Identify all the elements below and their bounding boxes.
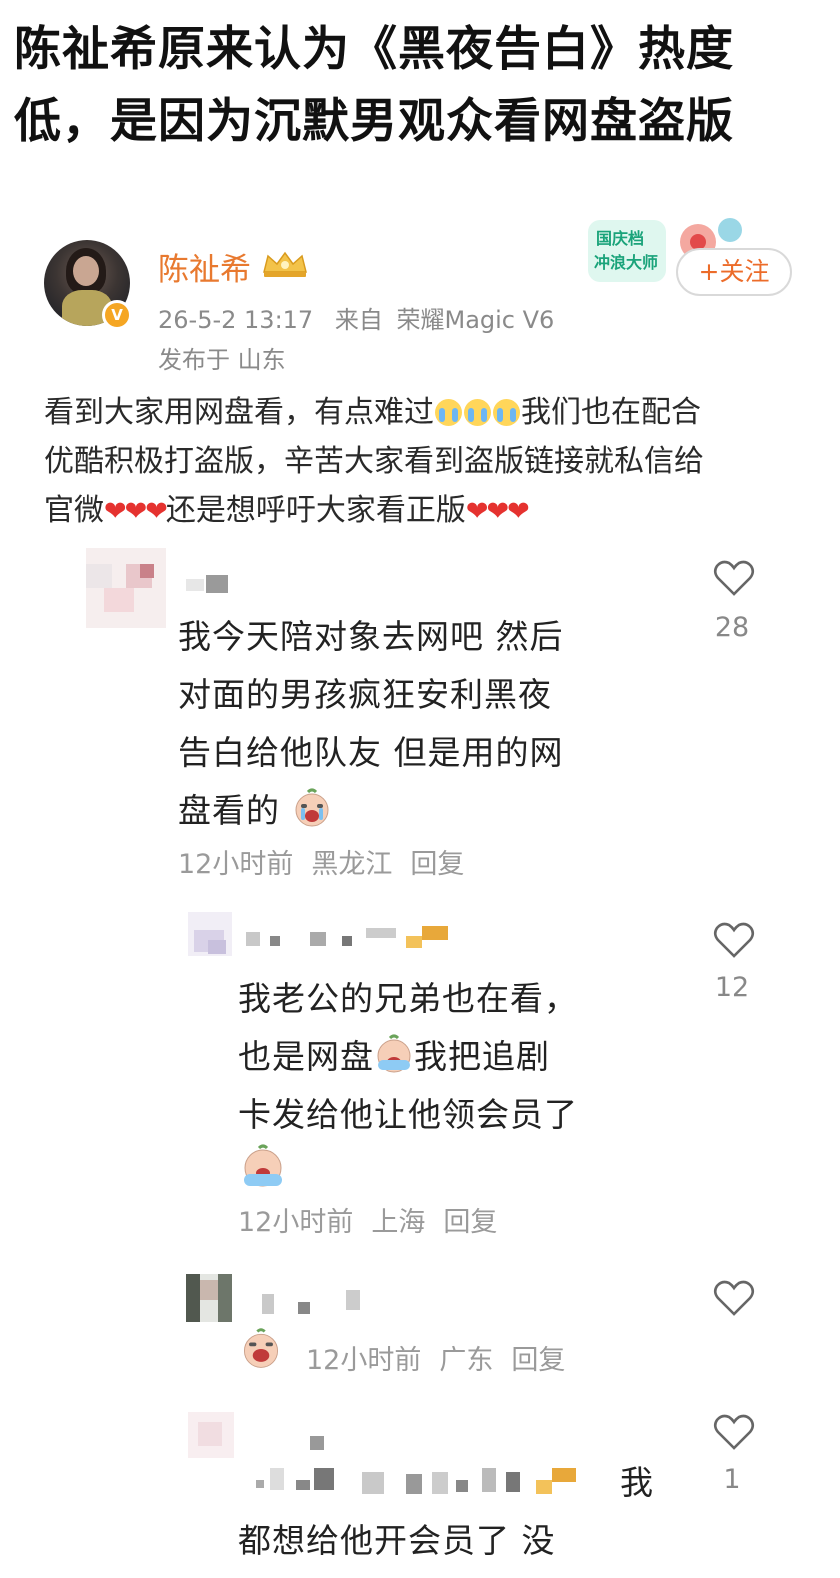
post-text-line-1a: 看到大家用网盘看，有点难过 <box>44 395 434 430</box>
blurred-avatar[interactable] <box>188 1412 234 1458</box>
reply-button[interactable]: 回复 <box>410 849 464 880</box>
post-text-line-2: 优酷积极打盗版，辛苦大家看到盗版链接就私信给 <box>44 444 704 479</box>
heart-outline-icon[interactable] <box>712 920 756 960</box>
comment-time: 12小时前 <box>178 849 294 880</box>
comment-1-meta: 12小时前 黑龙江 回复 <box>178 842 482 881</box>
sticker-text-2: 冲浪大师 <box>594 253 658 272</box>
headline-line-1: 陈祉希原来认为《黑夜告白》热度 <box>14 22 734 77</box>
blurred-avatar[interactable] <box>186 1274 232 1322</box>
comment-3-meta: 12小时前 广东 回复 <box>306 1338 583 1377</box>
blurred-avatar[interactable] <box>188 912 232 956</box>
blurred-avatar[interactable] <box>86 548 166 628</box>
like-count: 12 <box>714 972 750 1003</box>
comment-1-text: 我今天陪对象去网吧 然后 对面的男孩疯狂安利黑夜 告白给他队友 但是用的网 盘看… <box>178 617 564 830</box>
post-text-line-1b: 我们也在配合 <box>521 395 701 430</box>
reply-button[interactable]: 回复 <box>443 1207 497 1238</box>
comment-time: 12小时前 <box>238 1207 354 1238</box>
comment-2-meta: 12小时前 上海 回复 <box>238 1200 515 1239</box>
heart-outline-icon[interactable] <box>712 1412 756 1452</box>
crying-baby-emoji-icon <box>243 1328 279 1368</box>
post-source-prefix: 来自 <box>334 306 383 334</box>
post-text-line-3b: 还是想呼吁大家看正版 <box>165 493 466 528</box>
verified-badge: V <box>102 300 132 330</box>
heart-outline-icon[interactable] <box>712 558 756 598</box>
like-count: 1 <box>723 1464 741 1495</box>
post-meta: 26-5-2 13:17 来自 荣耀Magic V6 <box>158 300 568 335</box>
crying-baby-emoji-icon <box>377 1034 411 1073</box>
heart-emoji-icon: ❤❤❤ <box>104 496 168 527</box>
comment-4-text: 我 都想给他开会员了 没 <box>238 1463 654 1560</box>
heart-outline-icon[interactable] <box>712 1278 756 1318</box>
reply-button[interactable]: 回复 <box>511 1345 565 1376</box>
blurred-username[interactable] <box>262 1286 372 1314</box>
post-text-line-3a: 官微 <box>44 493 104 528</box>
comment-region: 上海 <box>371 1207 426 1238</box>
blurred-username[interactable] <box>310 1436 350 1452</box>
post-timestamp: 26-5-2 13:17 <box>158 306 314 334</box>
crying-baby-emoji-icon <box>244 1144 282 1187</box>
comment-region: 广东 <box>439 1345 494 1376</box>
username[interactable]: 陈祉希 <box>158 244 251 289</box>
follow-button[interactable]: +关注 <box>676 248 792 296</box>
post-source-device: 荣耀Magic V6 <box>396 306 555 334</box>
post-location: 发布于 山东 <box>158 346 286 374</box>
comment-2-text: 我老公的兄弟也在看， 也是网盘 我把追剧 卡发给他让他领会员了 <box>238 979 578 1134</box>
crown-icon <box>263 251 307 277</box>
blurred-username[interactable] <box>246 922 456 950</box>
weibo-post-screenshot: V 陈祉希 26-5-2 13:17 来自 荣耀Magic V6 发布于 山东 … <box>0 200 840 1578</box>
crying-baby-emoji-icon <box>295 788 328 827</box>
headline-line-2: 低，是因为沉默男观众看网盘盗版 <box>14 94 734 149</box>
crying-emoji-icon <box>464 399 491 426</box>
crying-emoji-icon <box>435 399 462 426</box>
like-count: 28 <box>714 612 750 643</box>
post-body: 看到大家用网盘看，有点难过 我们也在配合 优酷积极打盗版，辛苦大家看到盗版链接就私… <box>44 388 804 536</box>
sticker-text-1: 国庆档 <box>596 229 644 248</box>
comment-time: 12小时前 <box>306 1345 422 1376</box>
crying-emoji-icon <box>493 399 520 426</box>
comment-region: 黑龙江 <box>311 849 393 880</box>
heart-emoji-icon: ❤❤❤ <box>465 496 530 527</box>
article-headline: 陈祉希原来认为《黑夜告白》热度 低，是因为沉默男观众看网盘盗版 <box>14 14 826 158</box>
blurred-username[interactable] <box>186 575 266 595</box>
